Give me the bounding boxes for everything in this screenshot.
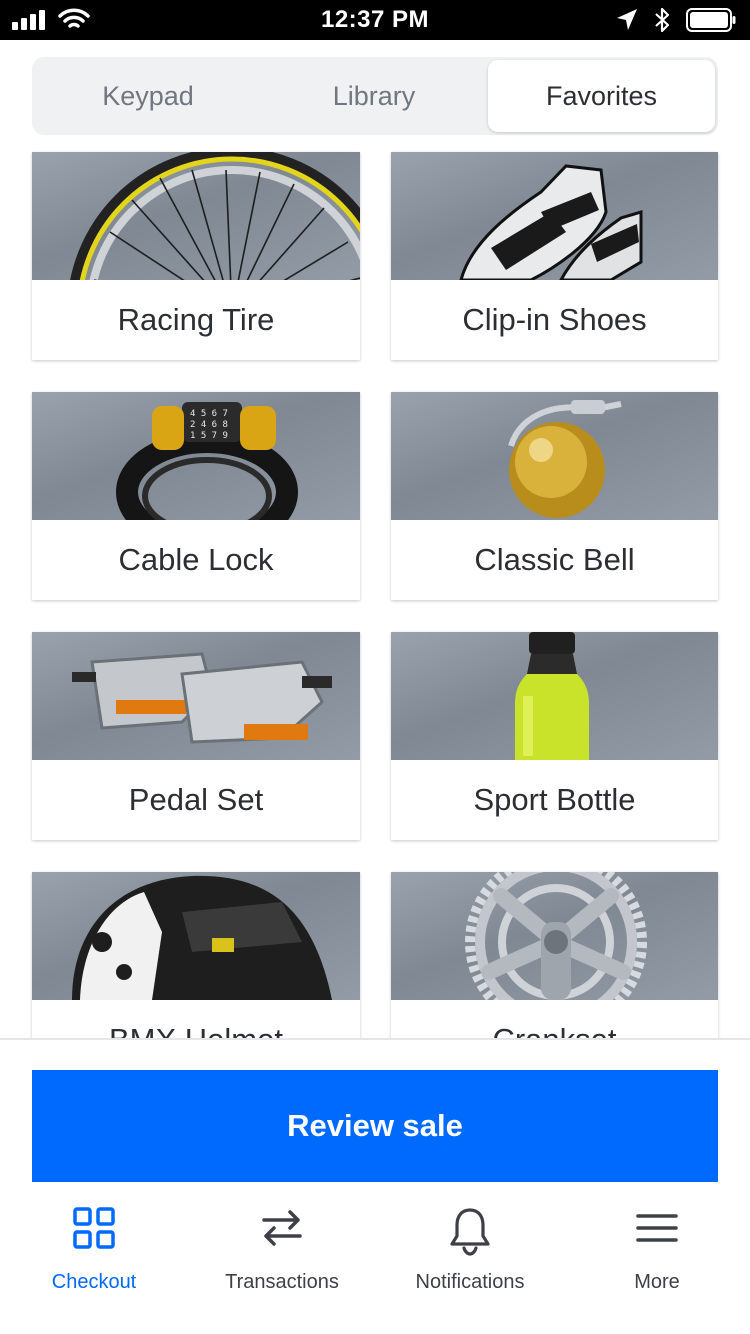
item-tile-crankset[interactable]: Crankset [391,872,718,1038]
tab-label: Notifications [415,1271,525,1293]
item-label: Sport Bottle [473,782,636,817]
tab-label: Transactions [225,1271,339,1293]
item-label: Clip-in Shoes [462,302,647,337]
favorites-grid[interactable]: Racing Tire Clip-in Shoes 4 5 6 7 2 4 6 … [0,140,750,1038]
tab-library[interactable]: Library [261,60,487,132]
tab-label: Checkout [51,1271,137,1293]
racing-tire-image [32,152,360,280]
item-tile-bmx-helmet[interactable]: BMX Helmet [32,872,360,1038]
item-tile-racing-tire[interactable]: Racing Tire [32,152,360,360]
svg-text:4 5 6 7: 4 5 6 7 [190,409,228,419]
pedal-set-image [32,632,360,760]
item-tile-classic-bell[interactable]: Classic Bell [391,392,718,600]
status-right [616,7,736,33]
bmx-helmet-image [32,872,360,1000]
item-label: Cable Lock [118,542,274,577]
sport-bottle-image [391,632,718,760]
battery-icon [686,8,736,32]
bluetooth-icon [655,7,670,33]
tab-keypad[interactable]: Keypad [35,60,261,132]
location-arrow-icon [617,9,637,30]
svg-text:1 5 7 9: 1 5 7 9 [190,431,228,441]
swap-arrows-icon [188,1206,376,1254]
item-tile-clip-in-shoes[interactable]: Clip-in Shoes [391,152,718,360]
item-label: Crankset [391,1000,718,1038]
status-bar: 12:37 PM [0,0,750,40]
item-label: Pedal Set [128,782,264,817]
crankset-image [391,872,718,1000]
bottom-tab-bar: Checkout Transactions Notifications More [0,1196,750,1334]
tab-label: More [634,1271,680,1293]
tab-more[interactable]: More [564,1196,750,1306]
library-segmented-control: Keypad Library Favorites [32,57,718,135]
classic-bell-image [391,392,718,520]
grid-icon [0,1206,188,1254]
item-tile-pedal-set[interactable]: Pedal Set [32,632,360,840]
item-label: Racing Tire [117,302,275,337]
tab-transactions[interactable]: Transactions [188,1196,376,1306]
item-tile-cable-lock[interactable]: 4 5 6 72 4 6 81 5 7 9 Cable Lock [32,392,360,600]
item-label: Classic Bell [474,542,635,577]
svg-text:2 4 6 8: 2 4 6 8 [190,420,228,430]
cable-lock-image: 4 5 6 72 4 6 81 5 7 9 [32,392,360,520]
clip-in-shoes-image [391,152,718,280]
item-tile-sport-bottle[interactable]: Sport Bottle [391,632,718,840]
bell-icon [376,1206,564,1256]
review-sale-button[interactable]: Review sale [32,1070,718,1182]
tab-favorites[interactable]: Favorites [488,60,715,132]
bottom-divider [0,1038,750,1040]
tab-checkout[interactable]: Checkout [0,1196,188,1306]
item-label: BMX Helmet [32,1000,360,1038]
menu-icon [564,1206,750,1254]
tab-notifications[interactable]: Notifications [376,1196,564,1306]
